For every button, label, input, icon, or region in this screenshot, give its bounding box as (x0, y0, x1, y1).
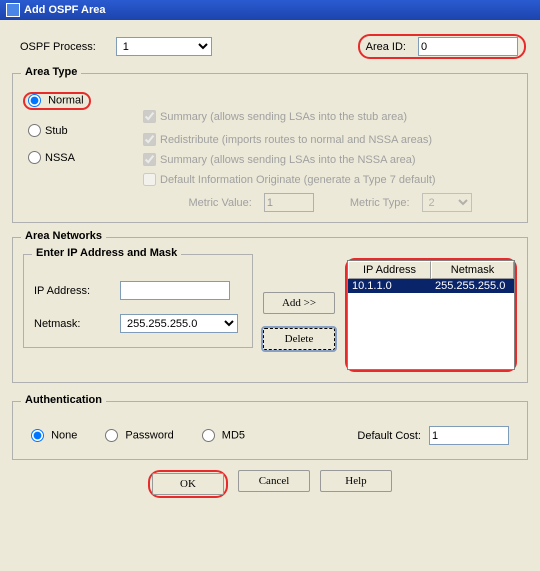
area-type-normal-label: Normal (48, 94, 83, 106)
ip-address-input[interactable] (120, 281, 230, 300)
area-networks-group: Area Networks Enter IP Address and Mask … (12, 237, 528, 383)
enter-ip-group: Enter IP Address and Mask IP Address: Ne… (23, 254, 253, 348)
summary-nssa-checkbox (143, 153, 156, 166)
authentication-group: Authentication None Password MD5 Default… (12, 401, 528, 460)
redistribute-checkbox (143, 133, 156, 146)
area-type-normal-radio[interactable] (28, 94, 41, 107)
ok-button[interactable]: OK (152, 473, 224, 495)
auth-md5-radio[interactable] (202, 429, 215, 442)
ospf-process-select[interactable]: 1 (116, 37, 212, 56)
normal-radio-highlight: Normal (23, 92, 91, 110)
authentication-legend: Authentication (21, 394, 106, 406)
table-row[interactable]: 10.1.1.0 255.255.255.0 (348, 279, 514, 293)
metric-value-input (264, 193, 314, 212)
summary-stub-label: Summary (allows sending LSAs into the st… (160, 111, 407, 123)
networks-table[interactable]: IP Address Netmask 10.1.1.0 255.255.255.… (347, 260, 515, 370)
area-type-stub-label: Stub (45, 125, 68, 137)
auth-none-label: None (51, 429, 77, 441)
col-ip-header[interactable]: IP Address (348, 261, 431, 279)
default-cost-input[interactable] (429, 426, 509, 445)
cell-ip: 10.1.1.0 (348, 279, 431, 293)
metric-type-select: 2 (422, 193, 472, 212)
summary-nssa-label: Summary (allows sending LSAs into the NS… (160, 154, 416, 166)
netmask-label: Netmask: (34, 318, 114, 330)
auth-md5-label: MD5 (222, 429, 245, 441)
auth-password-label: Password (125, 429, 173, 441)
area-id-highlight: Area ID: (358, 34, 526, 59)
area-type-group: Area Type Normal Stub NSSA (12, 73, 528, 223)
help-button[interactable]: Help (320, 470, 392, 492)
default-info-checkbox (143, 173, 156, 186)
area-type-nssa-radio[interactable] (28, 151, 41, 164)
titlebar: Add OSPF Area (0, 0, 540, 20)
metric-type-label: Metric Type: (350, 197, 410, 209)
default-cost-label: Default Cost: (357, 430, 421, 442)
add-button[interactable]: Add >> (263, 292, 335, 314)
area-type-legend: Area Type (21, 66, 81, 78)
col-mask-header[interactable]: Netmask (431, 261, 514, 279)
cancel-button[interactable]: Cancel (238, 470, 310, 492)
ok-button-highlight: OK (148, 470, 228, 498)
netmask-select[interactable]: 255.255.255.0 (120, 314, 238, 333)
area-id-input[interactable] (418, 37, 518, 56)
area-id-label: Area ID: (366, 41, 406, 53)
delete-button[interactable]: Delete (263, 328, 335, 350)
area-type-stub-radio[interactable] (28, 124, 41, 137)
window-icon (6, 3, 20, 17)
enter-ip-legend: Enter IP Address and Mask (32, 247, 181, 259)
area-type-nssa-label: NSSA (45, 152, 75, 164)
auth-none-radio[interactable] (31, 429, 44, 442)
networks-table-highlight: IP Address Netmask 10.1.1.0 255.255.255.… (345, 258, 517, 372)
auth-password-radio[interactable] (105, 429, 118, 442)
summary-stub-checkbox (143, 110, 156, 123)
redistribute-label: Redistribute (imports routes to normal a… (160, 134, 432, 146)
window-title: Add OSPF Area (24, 4, 106, 16)
cell-mask: 255.255.255.0 (431, 279, 514, 293)
ip-address-label: IP Address: (34, 285, 114, 297)
metric-value-label: Metric Value: (188, 197, 251, 209)
area-networks-legend: Area Networks (21, 230, 106, 242)
ospf-process-label: OSPF Process: (20, 41, 96, 53)
default-info-label: Default Information Originate (generate … (160, 174, 436, 186)
